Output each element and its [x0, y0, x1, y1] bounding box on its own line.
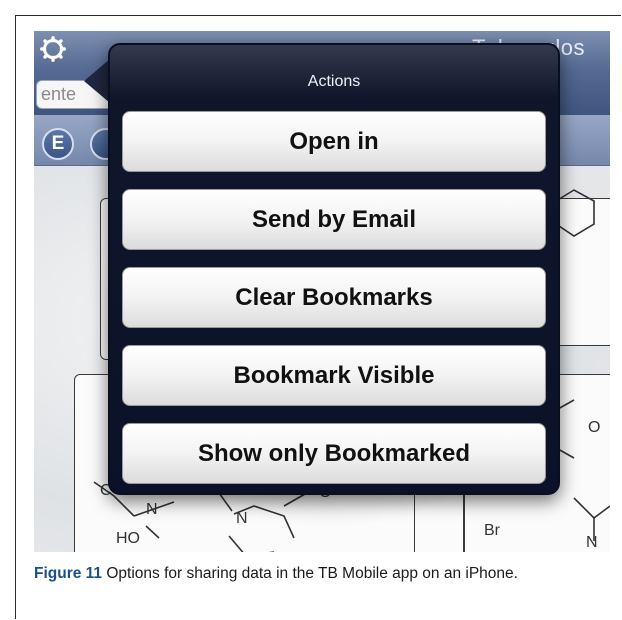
atom-label: N — [586, 534, 598, 551]
caption-text: Options for sharing data in the TB Mobil… — [102, 565, 518, 582]
actions-popover: Actions Open in Send by Email Clear Book… — [108, 43, 560, 495]
gear-icon[interactable] — [40, 36, 66, 62]
clear-bookmarks-button[interactable]: Clear Bookmarks — [122, 267, 546, 328]
caption-label: Figure 11 — [34, 565, 103, 582]
toolbar-button-e[interactable]: E — [42, 128, 74, 160]
popover-arrow — [84, 59, 110, 103]
send-by-email-button[interactable]: Send by Email — [122, 189, 546, 250]
atom-label: HO — [116, 530, 140, 547]
atom-label: O — [588, 419, 601, 436]
open-in-button[interactable]: Open in — [122, 111, 546, 172]
popover-title: Actions — [307, 73, 361, 90]
show-only-bookmarked-button[interactable]: Show only Bookmarked — [122, 423, 546, 484]
app-screenshot: Tuberculos ente E — [34, 31, 610, 552]
bookmark-visible-button[interactable]: Bookmark Visible — [122, 345, 546, 406]
figure-caption: Figure 11 Options for sharing data in th… — [34, 562, 594, 585]
